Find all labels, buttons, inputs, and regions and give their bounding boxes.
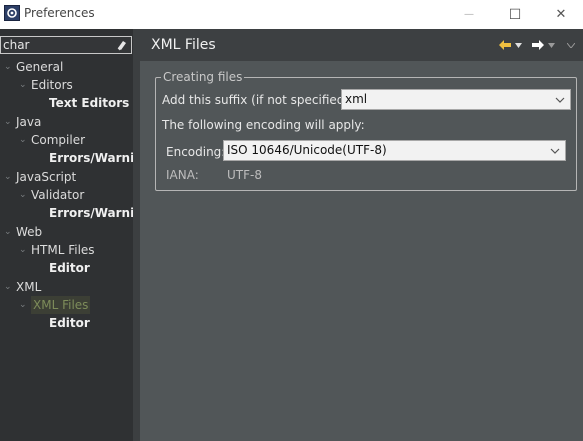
preference-page: XML Files Creating files Add this suffix… bbox=[140, 29, 583, 441]
tree-item-text-editors[interactable]: Text Editors bbox=[49, 94, 129, 112]
chevron-down-icon[interactable]: ⌄ bbox=[4, 223, 16, 241]
chevron-down-icon bbox=[567, 42, 575, 48]
page-header: XML Files bbox=[140, 29, 583, 61]
encoding-label: Encoding: bbox=[166, 145, 226, 159]
chevron-down-icon[interactable]: ⌄ bbox=[4, 58, 16, 76]
forward-menu-button[interactable] bbox=[548, 38, 555, 52]
minimize-icon: — bbox=[464, 9, 474, 20]
filter-input[interactable] bbox=[3, 38, 111, 52]
maximize-icon: ☐ bbox=[508, 6, 522, 23]
back-arrow-icon bbox=[499, 40, 511, 50]
chevron-down-icon[interactable]: ⌄ bbox=[4, 168, 16, 186]
tree-item-validator[interactable]: ⌄ Validator bbox=[19, 186, 84, 204]
chevron-down-icon[interactable]: ⌄ bbox=[19, 296, 31, 314]
minimize-button[interactable]: — bbox=[446, 0, 492, 29]
preferences-tree: ⌄ General ⌄ Editors Text Editors ⌄ Java ⌄ Co… bbox=[0, 57, 158, 357]
chevron-down-icon bbox=[550, 148, 560, 154]
encoding-combo[interactable]: ISO 10646/Unicode(UTF-8) bbox=[223, 140, 566, 161]
tree-item-xml-files[interactable]: ⌄ XML Files bbox=[19, 296, 91, 314]
group-title: Creating files bbox=[161, 70, 245, 84]
suffix-combo[interactable]: xml bbox=[341, 89, 571, 110]
tree-item-xml-editor[interactable]: Editor bbox=[49, 314, 90, 332]
tree-item-general[interactable]: ⌄ General bbox=[4, 58, 63, 76]
back-button[interactable] bbox=[499, 38, 511, 52]
clear-filter-button[interactable] bbox=[115, 38, 129, 52]
filter-box bbox=[0, 36, 132, 54]
encoding-value: ISO 10646/Unicode(UTF-8) bbox=[227, 143, 387, 157]
chevron-down-icon[interactable]: ⌄ bbox=[4, 278, 16, 296]
back-menu-button[interactable] bbox=[515, 38, 522, 52]
close-button[interactable]: ✕ bbox=[538, 0, 583, 29]
chevron-down-icon[interactable]: ⌄ bbox=[4, 113, 16, 131]
suffix-label: Add this suffix (if not specified): bbox=[162, 93, 354, 107]
tree-item-editors[interactable]: ⌄ Editors bbox=[19, 76, 73, 94]
suffix-value: xml bbox=[345, 92, 368, 106]
title-bar: Preferences — ☐ ✕ bbox=[0, 0, 583, 29]
maximize-button[interactable]: ☐ bbox=[492, 0, 538, 29]
preferences-app-icon bbox=[4, 5, 20, 21]
close-icon: ✕ bbox=[555, 7, 567, 22]
panel-divider[interactable] bbox=[133, 29, 140, 441]
chevron-down-icon[interactable]: ⌄ bbox=[19, 76, 31, 94]
tree-item-compiler[interactable]: ⌄ Compiler bbox=[19, 131, 85, 149]
window-title: Preferences bbox=[24, 6, 95, 20]
eraser-icon bbox=[117, 41, 126, 51]
encoding-note: The following encoding will apply: bbox=[162, 118, 365, 132]
dropdown-triangle-icon bbox=[548, 42, 555, 48]
iana-label: IANA: bbox=[166, 168, 199, 182]
tree-item-xml[interactable]: ⌄ XML bbox=[4, 278, 41, 296]
chevron-down-icon[interactable]: ⌄ bbox=[19, 186, 31, 204]
tree-item-javascript[interactable]: ⌄ JavaScript bbox=[4, 168, 76, 186]
selected-item-label: XML Files bbox=[31, 296, 91, 314]
view-menu-button[interactable] bbox=[567, 38, 575, 52]
tree-item-html-editor[interactable]: Editor bbox=[49, 259, 90, 277]
forward-arrow-icon bbox=[532, 40, 544, 50]
iana-value: UTF-8 bbox=[227, 168, 262, 182]
tree-item-web[interactable]: ⌄ Web bbox=[4, 223, 42, 241]
chevron-down-icon[interactable]: ⌄ bbox=[19, 241, 31, 259]
chevron-down-icon bbox=[555, 97, 565, 103]
tree-item-java[interactable]: ⌄ Java bbox=[4, 113, 41, 131]
tree-item-html-files[interactable]: ⌄ HTML Files bbox=[19, 241, 95, 259]
creating-files-group: Creating files Add this suffix (if not s… bbox=[155, 70, 577, 191]
forward-button[interactable] bbox=[532, 38, 544, 52]
preferences-tree-panel: ⌄General ⌄Editors Text Editors ⌄Java ⌄Co… bbox=[0, 29, 158, 441]
chevron-down-icon[interactable]: ⌄ bbox=[19, 131, 31, 149]
dropdown-triangle-icon bbox=[515, 42, 522, 48]
page-title: XML Files bbox=[151, 37, 216, 53]
